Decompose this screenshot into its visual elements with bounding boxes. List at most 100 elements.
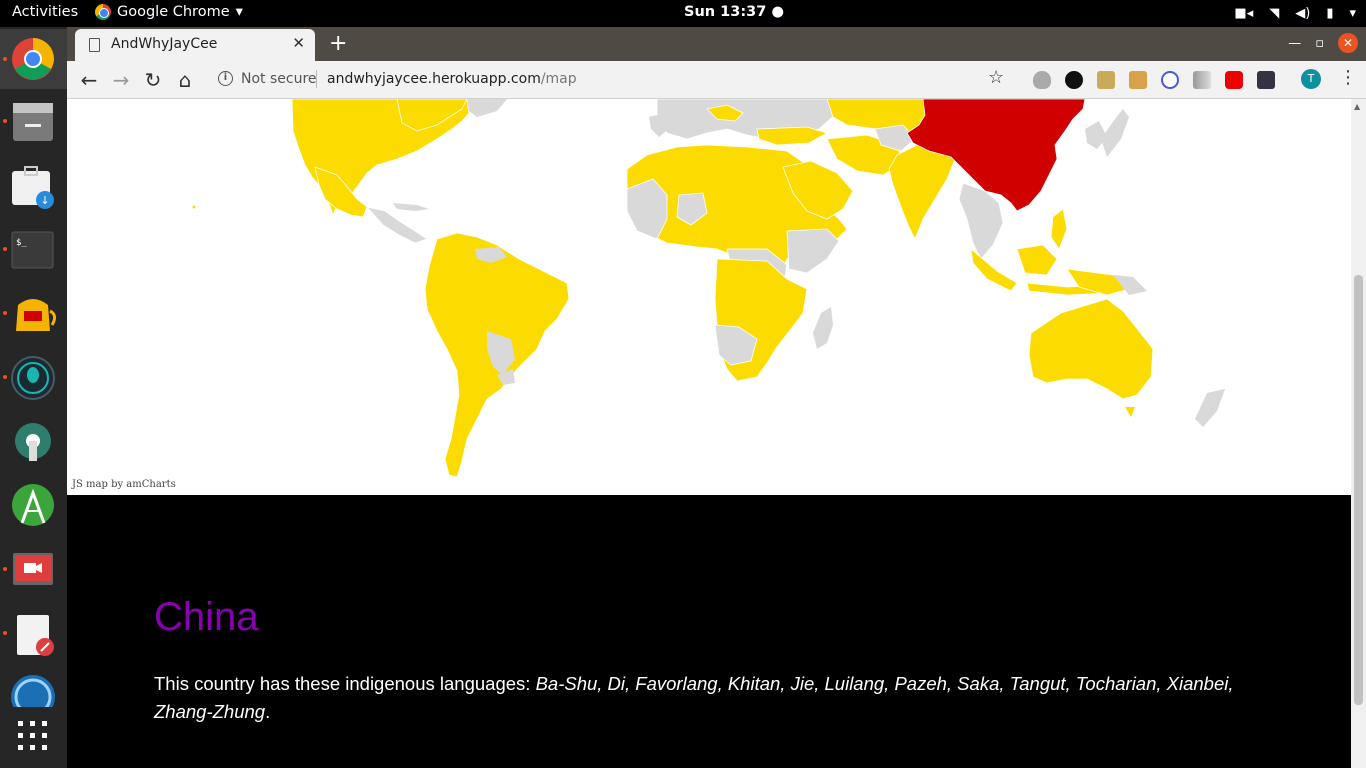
profile-avatar[interactable]: T bbox=[1301, 69, 1321, 89]
dock-text-editor[interactable] bbox=[0, 603, 67, 663]
language-description: This country has these indigenous langua… bbox=[154, 670, 1234, 726]
dock-software[interactable]: ↓ bbox=[0, 155, 67, 215]
volume-icon[interactable]: ◀) bbox=[1295, 6, 1310, 21]
map-credit[interactable]: JS map by amCharts bbox=[72, 479, 176, 490]
menu-kebab-icon[interactable]: ⋮ bbox=[1339, 67, 1357, 88]
country-central-america bbox=[365, 206, 428, 244]
forward-button[interactable]: → bbox=[109, 68, 133, 92]
android-studio-icon bbox=[12, 484, 54, 526]
minimize-button[interactable]: — bbox=[1288, 36, 1301, 51]
country-turkey bbox=[756, 126, 829, 146]
chrome-icon bbox=[95, 4, 111, 20]
scroll-up-icon[interactable]: ▲ bbox=[1354, 102, 1360, 111]
svg-text:$_: $_ bbox=[16, 238, 27, 248]
maximize-button[interactable]: ▫ bbox=[1315, 36, 1324, 51]
url-path: /map bbox=[540, 71, 577, 87]
world-map: JS map by amCharts bbox=[67, 99, 1351, 495]
dock-settings[interactable] bbox=[0, 411, 67, 471]
files-icon bbox=[13, 103, 53, 141]
svg-text:↓: ↓ bbox=[40, 194, 49, 207]
show-apps-button[interactable] bbox=[0, 711, 67, 761]
kettle-icon bbox=[16, 299, 57, 331]
video-extension-icon[interactable] bbox=[1225, 71, 1243, 89]
activities-button[interactable]: Activities bbox=[12, 4, 78, 20]
notes-extension-icon[interactable] bbox=[1097, 71, 1115, 89]
camera-icon[interactable]: ■◂ bbox=[1234, 6, 1253, 21]
dock-android-studio[interactable] bbox=[0, 475, 67, 535]
close-tab-icon[interactable]: ✕ bbox=[292, 34, 305, 52]
info-icon[interactable]: i bbox=[218, 71, 233, 86]
dock-gitkraken[interactable] bbox=[0, 347, 67, 407]
dock-screen-recorder[interactable] bbox=[0, 539, 67, 599]
tab-active[interactable]: AndWhyJayCee ✕ bbox=[75, 29, 315, 61]
battery-icon[interactable]: ▮ bbox=[1326, 6, 1333, 21]
new-tab-button[interactable]: + bbox=[329, 31, 347, 56]
settings-icon bbox=[15, 423, 51, 461]
scrollbar-thumb[interactable] bbox=[1354, 275, 1363, 705]
dock-files[interactable] bbox=[0, 91, 67, 151]
page-scrollbar[interactable]: ▲ bbox=[1351, 99, 1366, 768]
show-apps-icon bbox=[18, 721, 47, 750]
country-east-africa bbox=[786, 228, 840, 274]
face-extension-icon[interactable] bbox=[1129, 71, 1147, 89]
language-intro: This country has these indigenous langua… bbox=[154, 673, 536, 694]
dock-terminal[interactable]: $_ bbox=[0, 219, 67, 279]
shield-extension-icon[interactable] bbox=[1033, 71, 1051, 89]
bars-extension-icon[interactable] bbox=[1193, 71, 1211, 89]
software-icon: ↓ bbox=[12, 166, 54, 209]
bookmark-star-icon[interactable]: ☆ bbox=[988, 67, 1004, 88]
dock-chrome[interactable] bbox=[0, 29, 67, 89]
page-icon bbox=[89, 38, 100, 52]
chrome-icon bbox=[12, 38, 54, 80]
marker-extension-icon[interactable] bbox=[1065, 71, 1083, 89]
url-host: andwhyjaycee.herokuapp.com bbox=[327, 71, 541, 87]
country-hawaii bbox=[192, 205, 196, 209]
dark-extension-icon[interactable] bbox=[1257, 71, 1275, 89]
country-mainland-se-asia bbox=[958, 182, 1004, 260]
divider bbox=[316, 70, 317, 88]
chevron-down-icon[interactable]: ▾ bbox=[1349, 6, 1356, 21]
tab-strip: AndWhyJayCee ✕ + — ▫ ✕ bbox=[67, 27, 1366, 61]
tab-title: AndWhyJayCee bbox=[111, 36, 218, 52]
page-content: JS map by amCharts China This country ha… bbox=[67, 99, 1351, 768]
app-menu[interactable]: Google Chrome ▾ bbox=[95, 4, 243, 20]
country-cuba bbox=[393, 203, 429, 211]
back-button[interactable]: ← bbox=[77, 68, 101, 92]
country-japan bbox=[1101, 109, 1129, 157]
extensions-area bbox=[1033, 71, 1275, 89]
dock: ↓ $_ bbox=[0, 27, 67, 768]
country-madagascar bbox=[813, 307, 833, 349]
country-new-zealand bbox=[1195, 389, 1225, 427]
dock-app[interactable] bbox=[0, 667, 67, 707]
world-map-svg bbox=[192, 99, 1225, 478]
country-title: China bbox=[154, 595, 259, 639]
wave-extension-icon[interactable] bbox=[1161, 71, 1179, 89]
security-label[interactable]: Not secure bbox=[241, 71, 317, 87]
gnome-top-bar: Activities Google Chrome ▾ Sun 13:37 ● ■… bbox=[0, 0, 1366, 27]
dock-kettle[interactable] bbox=[0, 283, 67, 343]
country-borneo bbox=[1016, 244, 1058, 276]
country-info: China This country has these indigenous … bbox=[154, 595, 1234, 726]
clock[interactable]: Sun 13:37 ● bbox=[684, 4, 784, 20]
country-tasmania bbox=[1125, 407, 1135, 417]
screen-recorder-icon bbox=[13, 553, 53, 585]
country-indonesia-west bbox=[970, 248, 1018, 292]
text-editor-icon bbox=[17, 615, 54, 656]
system-tray[interactable]: ■◂ ◥ ◀) ▮ ▾ bbox=[1234, 3, 1356, 23]
wifi-icon[interactable]: ◥ bbox=[1269, 6, 1279, 21]
gitkraken-icon bbox=[11, 356, 55, 400]
app-menu-label: Google Chrome bbox=[117, 4, 230, 20]
home-button[interactable]: ⌂ bbox=[173, 68, 197, 92]
language-end: . bbox=[265, 701, 271, 722]
url-text[interactable]: andwhyjaycee.herokuapp.com/map bbox=[327, 71, 577, 87]
country-west-africa bbox=[626, 178, 668, 240]
terminal-icon: $_ bbox=[11, 231, 54, 269]
reload-button[interactable]: ↻ bbox=[141, 68, 165, 92]
country-australia bbox=[1028, 298, 1154, 400]
chevron-down-icon: ▾ bbox=[235, 4, 243, 20]
country-india bbox=[888, 144, 956, 240]
close-window-button[interactable]: ✕ bbox=[1338, 33, 1358, 53]
country-taiwan-philippines bbox=[1050, 208, 1068, 250]
window-controls: — ▫ ✕ bbox=[1288, 33, 1358, 53]
address-bar[interactable]: i Not secure andwhyjaycee.herokuapp.com/… bbox=[208, 65, 1018, 95]
